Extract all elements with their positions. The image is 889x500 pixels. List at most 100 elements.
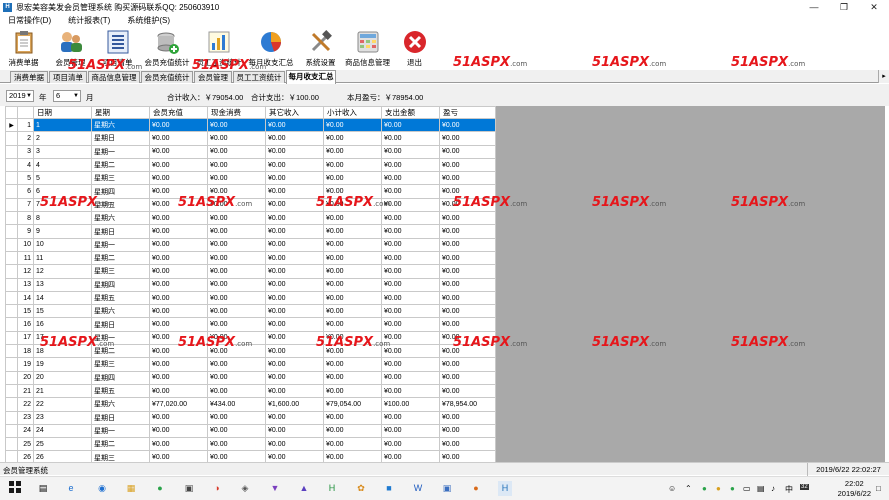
cell-member-recharge[interactable]: ¥0.00 [149, 184, 208, 199]
cell-subtotal[interactable]: ¥0.00 [323, 264, 382, 279]
cell-subtotal[interactable]: ¥0.00 [323, 211, 382, 226]
cell-weekday[interactable]: 星期四 [91, 277, 150, 292]
table-row[interactable]: 23 23 星期日 ¥0.00 ¥0.00 ¥0.00 ¥0.00 ¥0.00 ¥0.00 [5, 410, 496, 425]
table-row[interactable]: 13 13 星期四 ¥0.00 ¥0.00 ¥0.00 ¥0.00 ¥0.00 ¥0.00 [5, 277, 496, 292]
cell-cash[interactable]: ¥0.00 [207, 437, 266, 452]
cell-weekday[interactable]: 星期一 [91, 330, 150, 346]
ime-indicator[interactable]: 中 [785, 484, 793, 495]
cell-other-income[interactable]: ¥0.00 [265, 171, 324, 186]
cell-weekday[interactable]: 星期六 [91, 397, 150, 412]
cell-date[interactable]: 17 [33, 330, 92, 346]
cell-date[interactable]: 12 [33, 264, 92, 279]
cell-expense[interactable]: ¥0.00 [381, 211, 440, 226]
cell-cash[interactable]: ¥0.00 [207, 237, 266, 252]
cell-expense[interactable]: ¥0.00 [381, 224, 440, 239]
cell-weekday[interactable]: 星期二 [91, 344, 150, 359]
cell-date[interactable]: 13 [33, 277, 92, 292]
exit-button[interactable]: 退出 [391, 27, 438, 69]
cell-date[interactable]: 8 [33, 211, 92, 226]
cell-member-recharge[interactable]: ¥0.00 [149, 157, 208, 173]
tab-consumption-ticket[interactable]: 消费单据 [10, 71, 48, 83]
cell-other-income[interactable]: ¥1,600.00 [265, 397, 324, 412]
cell-expense[interactable]: ¥0.00 [381, 277, 440, 292]
current-row-indicator-icon[interactable]: ▶ [5, 117, 18, 133]
tray-app-icon-2[interactable]: ● [716, 484, 721, 493]
cell-weekday[interactable]: 星期三 [91, 357, 150, 372]
cell-expense[interactable]: ¥0.00 [381, 117, 440, 133]
cell-other-income[interactable]: ¥0.00 [265, 357, 324, 372]
cell-date[interactable]: 14 [33, 290, 92, 306]
cell-other-income[interactable]: ¥0.00 [265, 211, 324, 226]
close-icon[interactable]: ✕ [859, 0, 889, 14]
row-selector[interactable] [5, 144, 18, 159]
cell-other-income[interactable]: ¥0.00 [265, 423, 324, 439]
cell-subtotal[interactable]: ¥0.00 [323, 410, 382, 425]
menu-daily[interactable]: 日常操作(D) [0, 15, 60, 26]
cell-expense[interactable]: ¥0.00 [381, 157, 440, 173]
cell-member-recharge[interactable]: ¥0.00 [149, 357, 208, 372]
cell-cash[interactable]: ¥0.00 [207, 157, 266, 173]
cell-cash[interactable]: ¥0.00 [207, 450, 266, 462]
cell-other-income[interactable]: ¥0.00 [265, 117, 324, 133]
cell-other-income[interactable]: ¥0.00 [265, 184, 324, 199]
cell-member-recharge[interactable]: ¥0.00 [149, 330, 208, 346]
cell-weekday[interactable]: 星期三 [91, 450, 150, 462]
cell-weekday[interactable]: 星期日 [91, 131, 150, 146]
cell-other-income[interactable]: ¥0.00 [265, 197, 324, 213]
cell-profit[interactable]: ¥0.00 [439, 277, 496, 292]
cell-expense[interactable]: ¥0.00 [381, 264, 440, 279]
cell-profit[interactable]: ¥0.00 [439, 117, 496, 133]
cell-profit[interactable]: ¥0.00 [439, 423, 496, 439]
table-row[interactable]: 11 11 星期二 ¥0.00 ¥0.00 ¥0.00 ¥0.00 ¥0.00 ¥0.00 [5, 250, 496, 266]
tab-staff-salary[interactable]: 员工工资统计 [233, 71, 285, 83]
cell-other-income[interactable]: ¥0.00 [265, 304, 324, 319]
row-selector[interactable] [5, 423, 18, 439]
cell-weekday[interactable]: 星期日 [91, 224, 150, 239]
month-select[interactable]: 6 ▼ [53, 90, 81, 102]
cell-other-income[interactable]: ¥0.00 [265, 144, 324, 159]
cell-weekday[interactable]: 星期五 [91, 383, 150, 399]
cell-profit[interactable]: ¥0.00 [439, 330, 496, 346]
cell-subtotal[interactable]: ¥0.00 [323, 250, 382, 266]
cell-expense[interactable]: ¥0.00 [381, 450, 440, 462]
table-row[interactable]: 9 9 星期日 ¥0.00 ¥0.00 ¥0.00 ¥0.00 ¥0.00 ¥0.00 [5, 224, 496, 239]
cell-cash[interactable]: ¥0.00 [207, 144, 266, 159]
notification-badge[interactable]: 32 [800, 484, 809, 490]
cell-other-income[interactable]: ¥0.00 [265, 410, 324, 425]
cell-weekday[interactable]: 星期五 [91, 290, 150, 306]
chrome-icon[interactable]: ◑ [210, 481, 224, 496]
col-header-other-income[interactable]: 其它收入 [265, 106, 324, 119]
row-selector[interactable] [5, 131, 18, 146]
tray-up-icon[interactable]: ⌃ [685, 484, 692, 493]
cell-date[interactable]: 18 [33, 344, 92, 359]
monthly-summary-button[interactable]: 每月收支汇总 [245, 27, 297, 69]
app-icon-2[interactable]: ◈ [238, 481, 252, 496]
cell-subtotal[interactable]: ¥0.00 [323, 383, 382, 399]
cell-subtotal[interactable]: ¥0.00 [323, 317, 382, 332]
cell-profit[interactable]: ¥0.00 [439, 131, 496, 146]
cell-expense[interactable]: ¥0.00 [381, 410, 440, 425]
app-icon-1[interactable]: ▣ [182, 481, 196, 496]
consumption-ticket-button[interactable]: 消费单据 [0, 27, 47, 69]
row-selector[interactable] [5, 277, 18, 292]
cell-expense[interactable]: ¥0.00 [381, 344, 440, 359]
cell-subtotal[interactable]: ¥0.00 [323, 437, 382, 452]
cell-member-recharge[interactable]: ¥0.00 [149, 211, 208, 226]
cell-subtotal[interactable]: ¥0.00 [323, 237, 382, 252]
people-icon[interactable]: ☺ [668, 484, 676, 493]
table-row[interactable]: 18 18 星期二 ¥0.00 ¥0.00 ¥0.00 ¥0.00 ¥0.00 ¥0.00 [5, 344, 496, 359]
cell-date[interactable]: 21 [33, 383, 92, 399]
cell-weekday[interactable]: 星期一 [91, 423, 150, 439]
year-select[interactable]: 2019 ▼ [6, 90, 34, 102]
cell-cash[interactable]: ¥0.00 [207, 224, 266, 239]
cell-member-recharge[interactable]: ¥0.00 [149, 383, 208, 399]
edge-icon[interactable]: e [64, 481, 78, 496]
cell-weekday[interactable]: 星期二 [91, 157, 150, 173]
cell-profit[interactable]: ¥0.00 [439, 157, 496, 173]
tab-monthly-summary[interactable]: 每月收支汇总 [286, 70, 336, 84]
row-selector[interactable] [5, 304, 18, 319]
cell-date[interactable]: 15 [33, 304, 92, 319]
cell-member-recharge[interactable]: ¥0.00 [149, 304, 208, 319]
wechat-icon[interactable]: ● [153, 481, 167, 496]
cell-profit[interactable]: ¥0.00 [439, 211, 496, 226]
